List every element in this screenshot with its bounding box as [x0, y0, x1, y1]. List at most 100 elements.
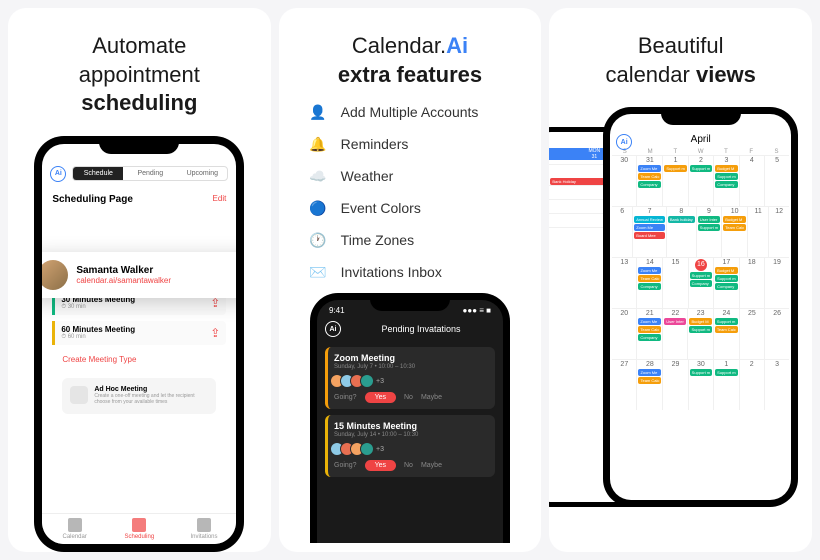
- phone-mockup-2: 9:41 ●●● ≡ ■ Ai Pending Invatations Zoom …: [310, 293, 510, 543]
- going-label: Going?: [334, 394, 357, 401]
- headline-bold: views: [696, 62, 756, 87]
- share-icon[interactable]: ⇪: [210, 326, 220, 340]
- adhoc-title: Ad Hoc Meeting: [94, 386, 208, 393]
- phone-screen-dark: 9:41 ●●● ≡ ■ Ai Pending Invatations Zoom …: [317, 300, 503, 543]
- status-icons: ●●● ≡ ■: [463, 306, 491, 315]
- inbox-icon: [197, 518, 211, 532]
- day-of-week-row: SMTWTFS: [610, 149, 791, 155]
- yes-button[interactable]: Yes: [365, 392, 396, 403]
- tab-pending[interactable]: Pending: [125, 167, 175, 180]
- user-card[interactable]: Samanta Walker calendar.ai/samantawalker…: [42, 252, 236, 298]
- attendee-avatars: +3: [334, 442, 489, 456]
- invite-title: 15 Minutes Meeting: [334, 421, 489, 431]
- invite-date: Sunday, July 14 • 10:00 – 10:30: [334, 432, 489, 438]
- user-name: Samanta Walker: [76, 265, 171, 276]
- cloud-icon: ☁️: [309, 167, 327, 185]
- app-logo-icon: Ai: [325, 321, 341, 337]
- meeting-list: 15 Minutes Meeting⏱ 15 min ⇪ 30 Minutes …: [42, 211, 236, 414]
- feature-weather: ☁️ Weather: [309, 167, 512, 185]
- adhoc-desc: Create a one-off meeting and let the rec…: [94, 393, 208, 406]
- invitation-card[interactable]: 15 Minutes Meeting Sunday, July 14 • 10:…: [325, 415, 495, 477]
- going-label: Going?: [334, 462, 357, 469]
- phone-screen: Ai Schedule Pending Upcoming Scheduling …: [42, 144, 236, 544]
- panel-scheduling: Automate appointment scheduling Ai Sched…: [8, 8, 271, 552]
- feature-label: Time Zones: [341, 232, 414, 248]
- scheduling-icon: [132, 518, 146, 532]
- status-time: 9:41: [329, 306, 345, 315]
- headline-1: Automate appointment scheduling: [69, 8, 210, 126]
- feature-label: Invitations Inbox: [341, 264, 442, 280]
- accounts-icon: 👤: [309, 103, 327, 121]
- headline-text: appointment: [79, 62, 200, 87]
- phone-mockup-1: Ai Schedule Pending Upcoming Scheduling …: [34, 136, 244, 552]
- meeting-type-item[interactable]: 60 Minutes Meeting⏱ 60 min ⇪: [52, 321, 226, 345]
- feature-inbox: ✉️ Invitations Inbox: [309, 263, 512, 281]
- headline-text: Calendar.: [352, 33, 446, 58]
- screen-title: Pending Invatations: [381, 324, 460, 334]
- panel-views: Beautiful calendar views MON31 All Day B…: [549, 8, 812, 552]
- headline-text: calendar: [605, 62, 696, 87]
- yes-button[interactable]: Yes: [365, 460, 396, 471]
- envelope-icon: ✉️: [309, 263, 327, 281]
- no-button[interactable]: No: [404, 462, 413, 469]
- rsvp-actions: Going? Yes No Maybe: [334, 392, 489, 403]
- meeting-duration: ⏱ 60 min: [61, 334, 135, 341]
- invite-date: Sunday, July 7 • 10:00 – 10:30: [334, 364, 489, 370]
- dark-header: Ai Pending Invatations: [317, 317, 503, 341]
- clock-icon: 🕐: [309, 231, 327, 249]
- user-url[interactable]: calendar.ai/samantawalker: [76, 276, 171, 285]
- nav-scheduling[interactable]: Scheduling: [107, 514, 172, 544]
- nav-calendar[interactable]: Calendar: [42, 514, 107, 544]
- more-count: +3: [376, 378, 384, 385]
- phone-group: MON31 All Day Bank Holiday 10:00 11:00 1…: [549, 107, 812, 507]
- user-info: Samanta Walker calendar.ai/samantawalker: [76, 265, 171, 285]
- month-grid[interactable]: 30 31Zoom MeTeam CalcCompany 1Support m …: [610, 155, 791, 410]
- feature-timezones: 🕐 Time Zones: [309, 231, 512, 249]
- create-meeting-type-link[interactable]: Create Meeting Type: [52, 351, 226, 368]
- phone-screen: Ai April SMTWTFS 30 31Zoom MeTeam CalcCo…: [610, 114, 791, 500]
- segment-tabs[interactable]: Schedule Pending Upcoming: [72, 166, 228, 181]
- panel-features: Calendar.Ai extra features 👤 Add Multiple…: [279, 8, 542, 552]
- palette-icon: 🔵: [309, 199, 327, 217]
- maybe-button[interactable]: Maybe: [421, 394, 442, 401]
- edit-button[interactable]: Edit: [213, 194, 227, 205]
- invitation-card[interactable]: Zoom Meeting Sunday, July 7 • 10:00 – 10…: [325, 347, 495, 409]
- feature-colors: 🔵 Event Colors: [309, 199, 512, 217]
- feature-accounts: 👤 Add Multiple Accounts: [309, 103, 512, 121]
- share-icon[interactable]: ⇪: [210, 296, 220, 310]
- feature-list: 👤 Add Multiple Accounts 🔔Reminders ☁️ Weat…: [279, 97, 542, 293]
- calendar-icon: [68, 518, 82, 532]
- bell-icon: 🔔: [309, 135, 327, 153]
- more-count: +3: [376, 446, 384, 453]
- adhoc-card[interactable]: Ad Hoc MeetingCreate a one-off meeting a…: [62, 378, 216, 414]
- phone-notch: [99, 136, 179, 154]
- feature-label: Weather: [341, 168, 394, 184]
- maybe-button[interactable]: Maybe: [421, 462, 442, 469]
- allday-label: All Day: [549, 165, 550, 178]
- no-button[interactable]: No: [404, 394, 413, 401]
- feature-reminders: 🔔Reminders: [309, 135, 512, 153]
- headline-3: Beautiful calendar views: [595, 8, 765, 97]
- headline-accent: Ai: [446, 33, 468, 58]
- phone-mockup-month: Ai April SMTWTFS 30 31Zoom MeTeam CalcCo…: [603, 107, 798, 507]
- adhoc-icon: [70, 386, 88, 404]
- meeting-title: 60 Minutes Meeting: [61, 325, 135, 334]
- tab-schedule[interactable]: Schedule: [73, 167, 123, 180]
- headline-2: Calendar.Ai extra features: [328, 8, 492, 97]
- user-avatar: [42, 260, 68, 290]
- bottom-nav: Calendar Scheduling Invitations: [42, 513, 236, 544]
- headline-text: Automate: [92, 33, 186, 58]
- invite-title: Zoom Meeting: [334, 353, 489, 363]
- headline-bold: scheduling: [81, 90, 197, 115]
- rsvp-actions: Going? Yes No Maybe: [334, 460, 489, 471]
- phone-notch: [370, 293, 450, 311]
- attendee-avatars: +3: [334, 374, 489, 388]
- feature-label: Event Colors: [341, 200, 421, 216]
- tab-upcoming[interactable]: Upcoming: [177, 167, 227, 180]
- nav-invitations[interactable]: Invitations: [172, 514, 237, 544]
- phone-notch: [661, 107, 741, 125]
- page-title: Scheduling Page: [52, 194, 133, 205]
- headline-text: Beautiful: [638, 33, 724, 58]
- feature-label: Add Multiple Accounts: [341, 104, 479, 120]
- app-logo-icon: Ai: [50, 166, 66, 182]
